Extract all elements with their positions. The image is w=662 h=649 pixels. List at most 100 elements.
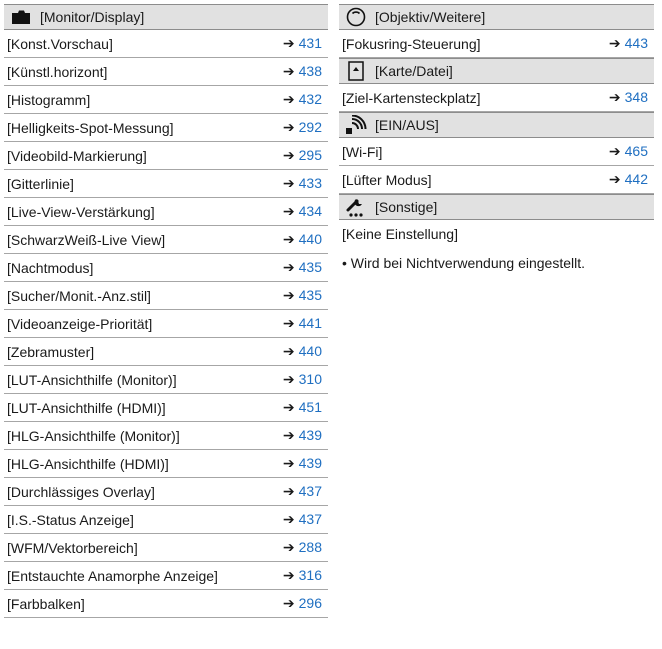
page-link[interactable]: 443 <box>625 35 648 51</box>
page-link[interactable]: 435 <box>299 259 322 275</box>
arrow-right-icon: ➔ <box>282 539 295 555</box>
page-link[interactable]: 440 <box>299 343 322 359</box>
page-link[interactable]: 465 <box>625 143 648 159</box>
arrow-right-icon: ➔ <box>608 89 621 105</box>
page-link[interactable]: 433 <box>299 175 322 191</box>
menu-row-schwarzweiß-live-view: [SchwarzWeiß-Live View] ➔ 440 <box>4 226 328 254</box>
page-reference: ➔ 443 <box>609 35 648 52</box>
menu-item-name: [I.S.-Status Anzeige] <box>7 511 134 528</box>
menu-item-name: [Gitterlinie] <box>7 175 74 192</box>
arrow-right-icon: ➔ <box>282 35 295 51</box>
arrow-right-icon: ➔ <box>282 455 295 471</box>
page-link[interactable]: 439 <box>299 427 322 443</box>
menu-item-name: [Helligkeits-Spot-Messung] <box>7 119 174 136</box>
arrow-right-icon: ➔ <box>282 399 295 415</box>
menu-row-konst-vorschau: [Konst.Vorschau] ➔ 431 <box>4 30 328 58</box>
section-header-karte-datei: [Karte/Datei] <box>339 58 654 84</box>
arrow-right-icon: ➔ <box>282 511 295 527</box>
arrow-right-icon: ➔ <box>282 175 295 191</box>
page-link[interactable]: 296 <box>299 595 322 611</box>
arrow-right-icon: ➔ <box>282 231 295 247</box>
arrow-right-icon: ➔ <box>282 119 295 135</box>
section-label: [Karte/Datei] <box>375 63 453 79</box>
page-reference: ➔ 296 <box>283 595 322 612</box>
page-reference: ➔ 465 <box>609 143 648 160</box>
arrow-right-icon: ➔ <box>282 259 295 275</box>
page-link[interactable]: 438 <box>299 63 322 79</box>
page-link[interactable]: 431 <box>299 35 322 51</box>
page-link[interactable]: 348 <box>625 89 648 105</box>
menu-item-name: [Videoanzeige-Priorität] <box>7 315 153 332</box>
right-column: [Objektiv/Weitere] [Fokusring-Steuerung] ➔… <box>339 4 654 272</box>
menu-row-keine-einstellung: [Keine Einstellung] <box>339 220 654 248</box>
page-link[interactable]: 440 <box>299 231 322 247</box>
page-reference: ➔ 310 <box>283 371 322 388</box>
menu-item-name: [Farbbalken] <box>7 595 85 612</box>
page-link[interactable]: 292 <box>299 119 322 135</box>
menu-row-wfm-vektorbereich: [WFM/Vektorbereich] ➔ 288 <box>4 534 328 562</box>
page-link[interactable]: 295 <box>299 147 322 163</box>
menu-row-durchlässiges-overlay: [Durchlässiges Overlay] ➔ 437 <box>4 478 328 506</box>
menu-row-hlg-ansichthilfe-monitor: [HLG-Ansichthilfe (Monitor)] ➔ 439 <box>4 422 328 450</box>
arrow-right-icon: ➔ <box>608 143 621 159</box>
page-link[interactable]: 310 <box>299 371 322 387</box>
section-header-sonstige: [Sonstige] <box>339 194 654 220</box>
page-reference: ➔ 441 <box>283 315 322 332</box>
menu-item-name: [Sucher/Monit.-Anz.stil] <box>7 287 151 304</box>
menu-item-name: [Konst.Vorschau] <box>7 35 113 52</box>
arrow-right-icon: ➔ <box>608 171 621 187</box>
left-column: [Monitor/Display] [Konst.Vorschau] ➔ 431 [K… <box>4 4 328 618</box>
menu-row-zebramuster: [Zebramuster] ➔ 440 <box>4 338 328 366</box>
page-reference: ➔ 348 <box>609 89 648 106</box>
section-label: [Monitor/Display] <box>40 9 145 25</box>
menu-item-name: [Live-View-Verstärkung] <box>7 203 155 220</box>
camera-icon <box>10 7 32 27</box>
arrow-right-icon: ➔ <box>282 203 295 219</box>
page-reference: ➔ 437 <box>283 511 322 528</box>
page-reference: ➔ 442 <box>609 171 648 188</box>
page-link[interactable]: 432 <box>299 91 322 107</box>
section-label: [Sonstige] <box>375 199 438 215</box>
page-reference: ➔ 438 <box>283 63 322 80</box>
wrench-icon <box>345 197 367 217</box>
page-reference: ➔ 433 <box>283 175 322 192</box>
page-link[interactable]: 442 <box>625 171 648 187</box>
menu-item-name: [LUT-Ansichthilfe (HDMI)] <box>7 399 166 416</box>
page-link[interactable]: 451 <box>299 399 322 415</box>
section-header-monitor-display: [Monitor/Display] <box>4 4 328 30</box>
page-reference: ➔ 288 <box>283 539 322 556</box>
page-link[interactable]: 316 <box>299 567 322 583</box>
menu-row-nachtmodus: [Nachtmodus] ➔ 435 <box>4 254 328 282</box>
page-reference: ➔ 434 <box>283 203 322 220</box>
menu-item-name: [Entstauchte Anamorphe Anzeige] <box>7 567 218 584</box>
menu-row-lut-ansichthilfe-hdmi: [LUT-Ansichthilfe (HDMI)] ➔ 451 <box>4 394 328 422</box>
arrow-right-icon: ➔ <box>282 371 295 387</box>
page-link[interactable]: 437 <box>299 511 322 527</box>
page-reference: ➔ 431 <box>283 35 322 52</box>
page-link[interactable]: 288 <box>299 539 322 555</box>
page-reference: ➔ 437 <box>283 483 322 500</box>
arrow-right-icon: ➔ <box>282 343 295 359</box>
page-reference: ➔ 439 <box>283 427 322 444</box>
page-link[interactable]: 435 <box>299 287 322 303</box>
menu-row-i-s-status-anzeige: [I.S.-Status Anzeige] ➔ 437 <box>4 506 328 534</box>
page-reference: ➔ 451 <box>283 399 322 416</box>
menu-item-name: [HLG-Ansichthilfe (Monitor)] <box>7 427 180 444</box>
menu-item-name: [WFM/Vektorbereich] <box>7 539 138 556</box>
menu-row-gitterlinie: [Gitterlinie] ➔ 433 <box>4 170 328 198</box>
menu-item-name: [Histogramm] <box>7 91 91 108</box>
menu-item-name: [SchwarzWeiß-Live View] <box>7 231 166 248</box>
menu-row-entstauchte-anamorphe-anzeige: [Entstauchte Anamorphe Anzeige] ➔ 316 <box>4 562 328 590</box>
lens-icon <box>345 7 367 27</box>
page-link[interactable]: 441 <box>299 315 322 331</box>
menu-row-ziel-kartensteckplatz: [Ziel-Kartensteckplatz] ➔ 348 <box>339 84 654 112</box>
menu-item-name: [Zebramuster] <box>7 343 95 360</box>
page-link[interactable]: 439 <box>299 455 322 471</box>
menu-row-videobild-markierung: [Videobild-Markierung] ➔ 295 <box>4 142 328 170</box>
page-link[interactable]: 434 <box>299 203 322 219</box>
menu-row-hlg-ansichthilfe-hdmi: [HLG-Ansichthilfe (HDMI)] ➔ 439 <box>4 450 328 478</box>
menu-item-name: [LUT-Ansichthilfe (Monitor)] <box>7 371 177 388</box>
page-link[interactable]: 437 <box>299 483 322 499</box>
menu-row-videoanzeige-priorität: [Videoanzeige-Priorität] ➔ 441 <box>4 310 328 338</box>
arrow-right-icon: ➔ <box>282 427 295 443</box>
